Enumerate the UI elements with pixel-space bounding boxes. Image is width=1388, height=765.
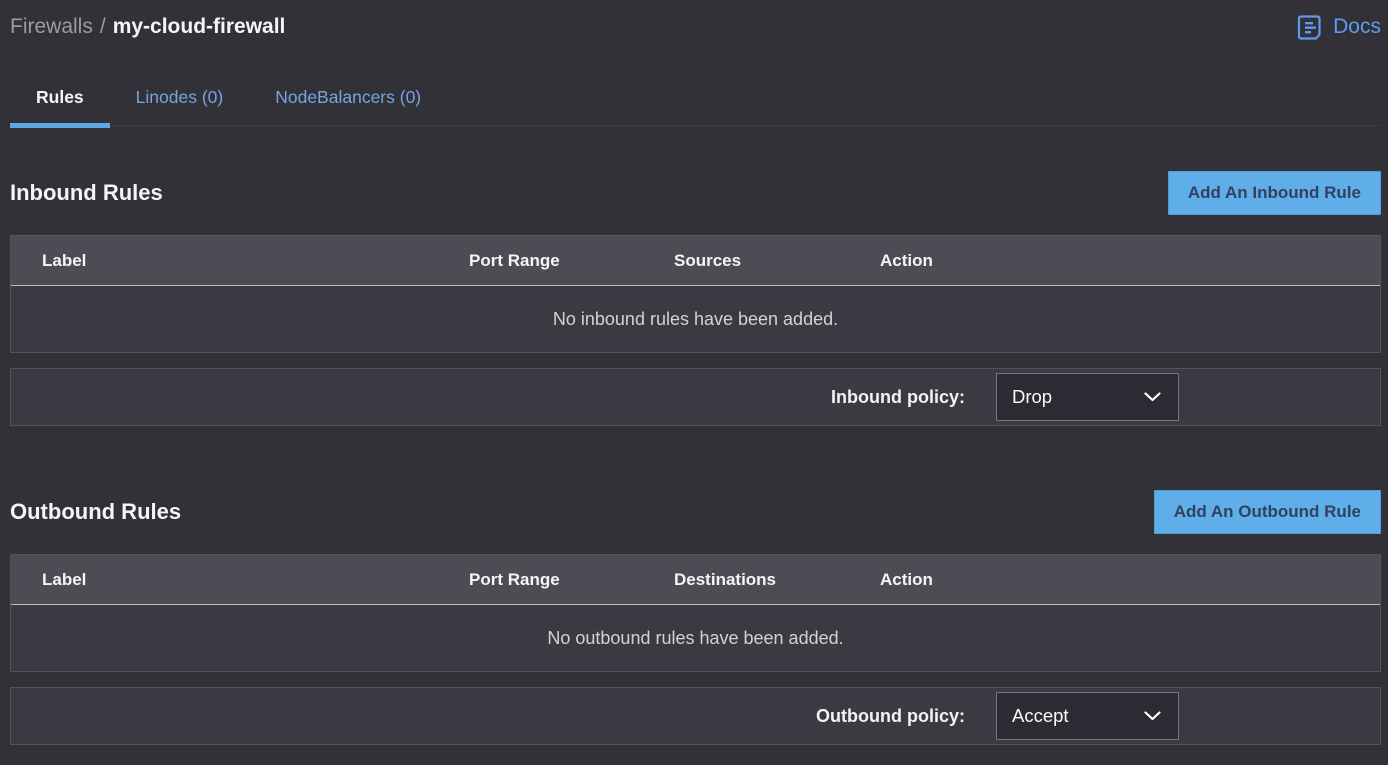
outbound-policy-row: Outbound policy: Accept — [10, 687, 1381, 745]
inbound-empty-row: No inbound rules have been added. — [11, 286, 1380, 352]
breadcrumb-separator: / — [100, 15, 106, 39]
outbound-rules-table: Label Port Range Destinations Action No … — [10, 554, 1381, 672]
tab-linodes[interactable]: Linodes (0) — [110, 85, 250, 125]
tab-rules[interactable]: Rules — [10, 85, 110, 125]
outbound-rules-title: Outbound Rules — [10, 499, 181, 525]
outbound-empty-message: No outbound rules have been added. — [547, 628, 843, 649]
outbound-column-port-range: Port Range — [469, 570, 674, 590]
docs-link[interactable]: Docs — [1297, 14, 1381, 41]
docs-label: Docs — [1333, 15, 1381, 39]
breadcrumb-current-firewall: my-cloud-firewall — [113, 15, 286, 39]
chevron-down-icon — [1144, 392, 1161, 402]
outbound-column-destinations: Destinations — [674, 570, 880, 590]
outbound-policy-value: Accept — [1012, 705, 1069, 727]
inbound-column-label: Label — [11, 251, 469, 271]
inbound-column-port-range: Port Range — [469, 251, 674, 271]
inbound-column-sources: Sources — [674, 251, 880, 271]
inbound-policy-label: Inbound policy: — [831, 387, 965, 408]
breadcrumb: Firewalls / my-cloud-firewall — [10, 15, 285, 39]
firewall-detail-page: Firewalls / my-cloud-firewall Docs Rules… — [0, 0, 1388, 745]
inbound-empty-message: No inbound rules have been added. — [553, 309, 838, 330]
chevron-down-icon — [1144, 711, 1161, 721]
add-outbound-rule-button[interactable]: Add An Outbound Rule — [1154, 490, 1381, 534]
inbound-policy-select[interactable]: Drop — [996, 373, 1179, 421]
inbound-rules-title: Inbound Rules — [10, 180, 163, 206]
outbound-policy-label: Outbound policy: — [816, 706, 965, 727]
breadcrumb-firewalls-link[interactable]: Firewalls — [10, 15, 93, 39]
inbound-policy-row: Inbound policy: Drop — [10, 368, 1381, 426]
top-bar: Firewalls / my-cloud-firewall Docs — [10, 0, 1381, 42]
docs-icon — [1297, 14, 1324, 41]
outbound-rules-section: Outbound Rules Add An Outbound Rule Labe… — [10, 490, 1381, 745]
inbound-policy-value: Drop — [1012, 386, 1052, 408]
inbound-table-header-row: Label Port Range Sources Action — [11, 236, 1380, 286]
tab-bar: Rules Linodes (0) NodeBalancers (0) — [10, 85, 1381, 126]
add-inbound-rule-button[interactable]: Add An Inbound Rule — [1168, 171, 1381, 215]
outbound-column-action: Action — [880, 570, 1380, 590]
outbound-column-label: Label — [11, 570, 469, 590]
inbound-column-action: Action — [880, 251, 1380, 271]
inbound-section-header: Inbound Rules Add An Inbound Rule — [10, 171, 1381, 215]
outbound-section-header: Outbound Rules Add An Outbound Rule — [10, 490, 1381, 534]
inbound-rules-table: Label Port Range Sources Action No inbou… — [10, 235, 1381, 353]
tab-nodebalancers[interactable]: NodeBalancers (0) — [249, 85, 447, 125]
outbound-table-header-row: Label Port Range Destinations Action — [11, 555, 1380, 605]
outbound-empty-row: No outbound rules have been added. — [11, 605, 1380, 671]
outbound-policy-select[interactable]: Accept — [996, 692, 1179, 740]
inbound-rules-section: Inbound Rules Add An Inbound Rule Label … — [10, 171, 1381, 426]
